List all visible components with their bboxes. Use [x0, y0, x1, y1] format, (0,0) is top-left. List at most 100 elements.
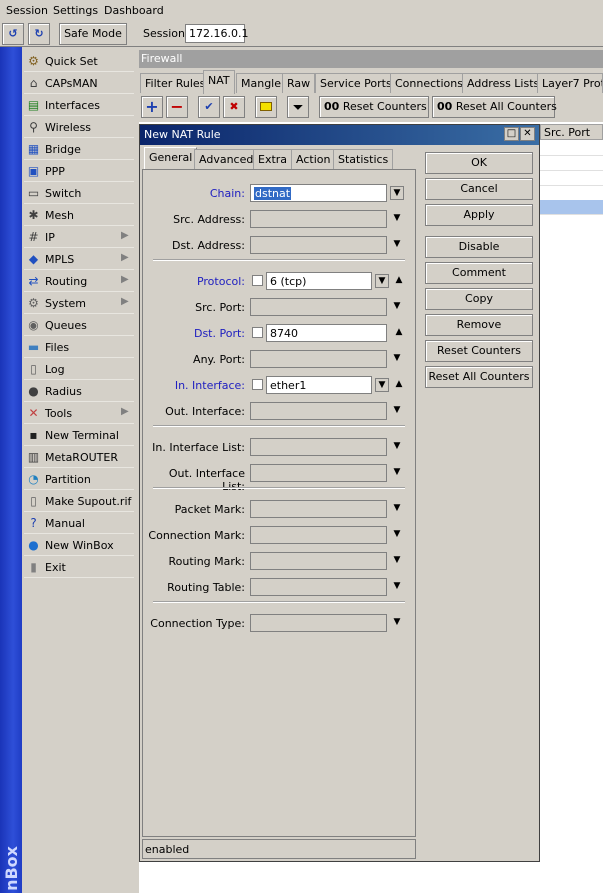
reset-counters-button[interactable]: 00 Reset Counters: [319, 96, 429, 118]
tab-advanced[interactable]: Advanced: [194, 149, 259, 169]
protocol-dropdown-button[interactable]: ▼: [375, 274, 389, 288]
dst-port-collapse-icon[interactable]: ▲: [393, 326, 405, 338]
in-interface-dropdown-button[interactable]: ▼: [375, 378, 389, 392]
in-interface-list-field[interactable]: [250, 438, 387, 456]
protocol-field[interactable]: 6 (tcp): [266, 272, 372, 290]
cancel-button[interactable]: Cancel: [425, 178, 533, 200]
sidebar-item-tools[interactable]: ✕ Tools ▶: [24, 403, 134, 424]
dialog-reset-counters-button[interactable]: Reset Counters: [425, 340, 533, 362]
protocol-not-checkbox[interactable]: [252, 275, 263, 286]
tab-service-ports[interactable]: Service Ports: [315, 73, 397, 93]
filter-button[interactable]: ⏷: [287, 96, 309, 118]
sidebar-item-queues[interactable]: ◉ Queues: [24, 315, 134, 336]
routing-table-expand-icon[interactable]: ▼: [391, 580, 403, 592]
sidebar-item-partition[interactable]: ◔ Partition: [24, 469, 134, 490]
sidebar-item-new-terminal[interactable]: ▪ New Terminal: [24, 425, 134, 446]
sidebar-item-ppp[interactable]: ▣ PPP: [24, 161, 134, 182]
packet-mark-field[interactable]: [250, 500, 387, 518]
tab-connections[interactable]: Connections: [390, 73, 468, 93]
sidebar-item-mesh[interactable]: ✱ Mesh: [24, 205, 134, 226]
dst-address-expand-icon[interactable]: ▼: [391, 238, 403, 250]
chain-field[interactable]: dstnat: [250, 184, 387, 202]
redo-button[interactable]: ↻: [28, 23, 50, 45]
tab-raw[interactable]: Raw: [282, 73, 316, 93]
tab-filter-rules[interactable]: Filter Rules: [140, 73, 211, 93]
tab-general[interactable]: General: [144, 147, 198, 170]
in-interface-field[interactable]: ether1: [266, 376, 372, 394]
add-button[interactable]: +: [141, 96, 163, 118]
apply-button[interactable]: Apply: [425, 204, 533, 226]
src-port-expand-icon[interactable]: ▼: [391, 300, 403, 312]
menu-dashboard[interactable]: Dashboard: [104, 4, 164, 17]
tab-extra[interactable]: Extra: [253, 149, 293, 169]
table-row[interactable]: [540, 141, 603, 156]
protocol-collapse-icon[interactable]: ▲: [393, 274, 405, 286]
dst-port-field[interactable]: 8740: [266, 324, 387, 342]
sidebar-item-switch[interactable]: ▭ Switch: [24, 183, 134, 204]
sidebar-item-bridge[interactable]: ▦ Bridge: [24, 139, 134, 160]
tab-layer7-protocols[interactable]: Layer7 Proto: [537, 73, 603, 93]
sidebar-item-system[interactable]: ⚙ System ▶: [24, 293, 134, 314]
remove-button[interactable]: −: [166, 96, 188, 118]
sidebar-item-new-winbox[interactable]: ● New WinBox: [24, 535, 134, 556]
dst-address-field[interactable]: [250, 236, 387, 254]
dst-port-not-checkbox[interactable]: [252, 327, 263, 338]
sidebar-item-exit[interactable]: ▮ Exit: [24, 557, 134, 578]
sidebar-item-mpls[interactable]: ◆ MPLS ▶: [24, 249, 134, 270]
any-port-expand-icon[interactable]: ▼: [391, 352, 403, 364]
packet-mark-expand-icon[interactable]: ▼: [391, 502, 403, 514]
ok-button[interactable]: OK: [425, 152, 533, 174]
src-port-field[interactable]: [250, 298, 387, 316]
comment-rule-button[interactable]: Comment: [425, 262, 533, 284]
sidebar-item-log[interactable]: ▯ Log: [24, 359, 134, 380]
in-interface-not-checkbox[interactable]: [252, 379, 263, 390]
table-row[interactable]: [540, 171, 603, 186]
sidebar-item-capsman[interactable]: ⌂ CAPsMAN: [24, 73, 134, 94]
routing-mark-field[interactable]: [250, 552, 387, 570]
out-interface-list-field[interactable]: [250, 464, 387, 482]
sidebar-item-make-supout-rif[interactable]: ▯ Make Supout.rif: [24, 491, 134, 512]
connection-mark-expand-icon[interactable]: ▼: [391, 528, 403, 540]
src-address-expand-icon[interactable]: ▼: [391, 212, 403, 224]
chain-dropdown-button[interactable]: ▼: [390, 186, 404, 200]
dialog-reset-all-counters-button[interactable]: Reset All Counters: [425, 366, 533, 388]
close-button[interactable]: ✕: [520, 127, 535, 141]
sidebar-item-routing[interactable]: ⇄ Routing ▶: [24, 271, 134, 292]
menu-session[interactable]: Session: [6, 4, 48, 17]
tab-nat[interactable]: NAT: [203, 70, 235, 94]
sidebar-item-files[interactable]: ▬ Files: [24, 337, 134, 358]
remove-rule-button[interactable]: Remove: [425, 314, 533, 336]
in-interface-list-expand-icon[interactable]: ▼: [391, 440, 403, 452]
disable-button[interactable]: ✖: [223, 96, 245, 118]
table-row-selected[interactable]: [540, 200, 603, 215]
connection-type-field[interactable]: [250, 614, 387, 632]
disable-rule-button[interactable]: Disable: [425, 236, 533, 258]
in-interface-collapse-icon[interactable]: ▲: [393, 378, 405, 390]
connection-type-expand-icon[interactable]: ▼: [391, 616, 403, 628]
column-header-src-port[interactable]: Src. Port: [540, 124, 603, 140]
out-interface-list-expand-icon[interactable]: ▼: [391, 466, 403, 478]
menu-settings[interactable]: Settings: [53, 4, 98, 17]
tab-action[interactable]: Action: [291, 149, 336, 169]
sidebar-item-quick-set[interactable]: ⚙ Quick Set: [24, 51, 134, 72]
sidebar-item-interfaces[interactable]: ▤ Interfaces: [24, 95, 134, 116]
table-row[interactable]: [540, 186, 603, 201]
tab-mangle[interactable]: Mangle: [236, 73, 287, 93]
dialog-titlebar[interactable]: New NAT Rule □ ✕: [140, 125, 539, 145]
sidebar-item-wireless[interactable]: ⚲ Wireless: [24, 117, 134, 138]
out-interface-expand-icon[interactable]: ▼: [391, 404, 403, 416]
sidebar-item-radius[interactable]: ● Radius: [24, 381, 134, 402]
src-address-field[interactable]: [250, 210, 387, 228]
sidebar-item-manual[interactable]: ? Manual: [24, 513, 134, 534]
safe-mode-button[interactable]: Safe Mode: [59, 23, 127, 45]
table-row[interactable]: [540, 156, 603, 171]
out-interface-field[interactable]: [250, 402, 387, 420]
comment-button[interactable]: [255, 96, 277, 118]
routing-table-field[interactable]: [250, 578, 387, 596]
tab-statistics[interactable]: Statistics: [333, 149, 394, 169]
reset-all-counters-button[interactable]: 00 Reset All Counters: [432, 96, 557, 118]
maximize-button[interactable]: □: [504, 127, 519, 141]
copy-rule-button[interactable]: Copy: [425, 288, 533, 310]
sidebar-item-metarouter[interactable]: ▥ MetaROUTER: [24, 447, 134, 468]
sidebar-item-ip[interactable]: # IP ▶: [24, 227, 134, 248]
